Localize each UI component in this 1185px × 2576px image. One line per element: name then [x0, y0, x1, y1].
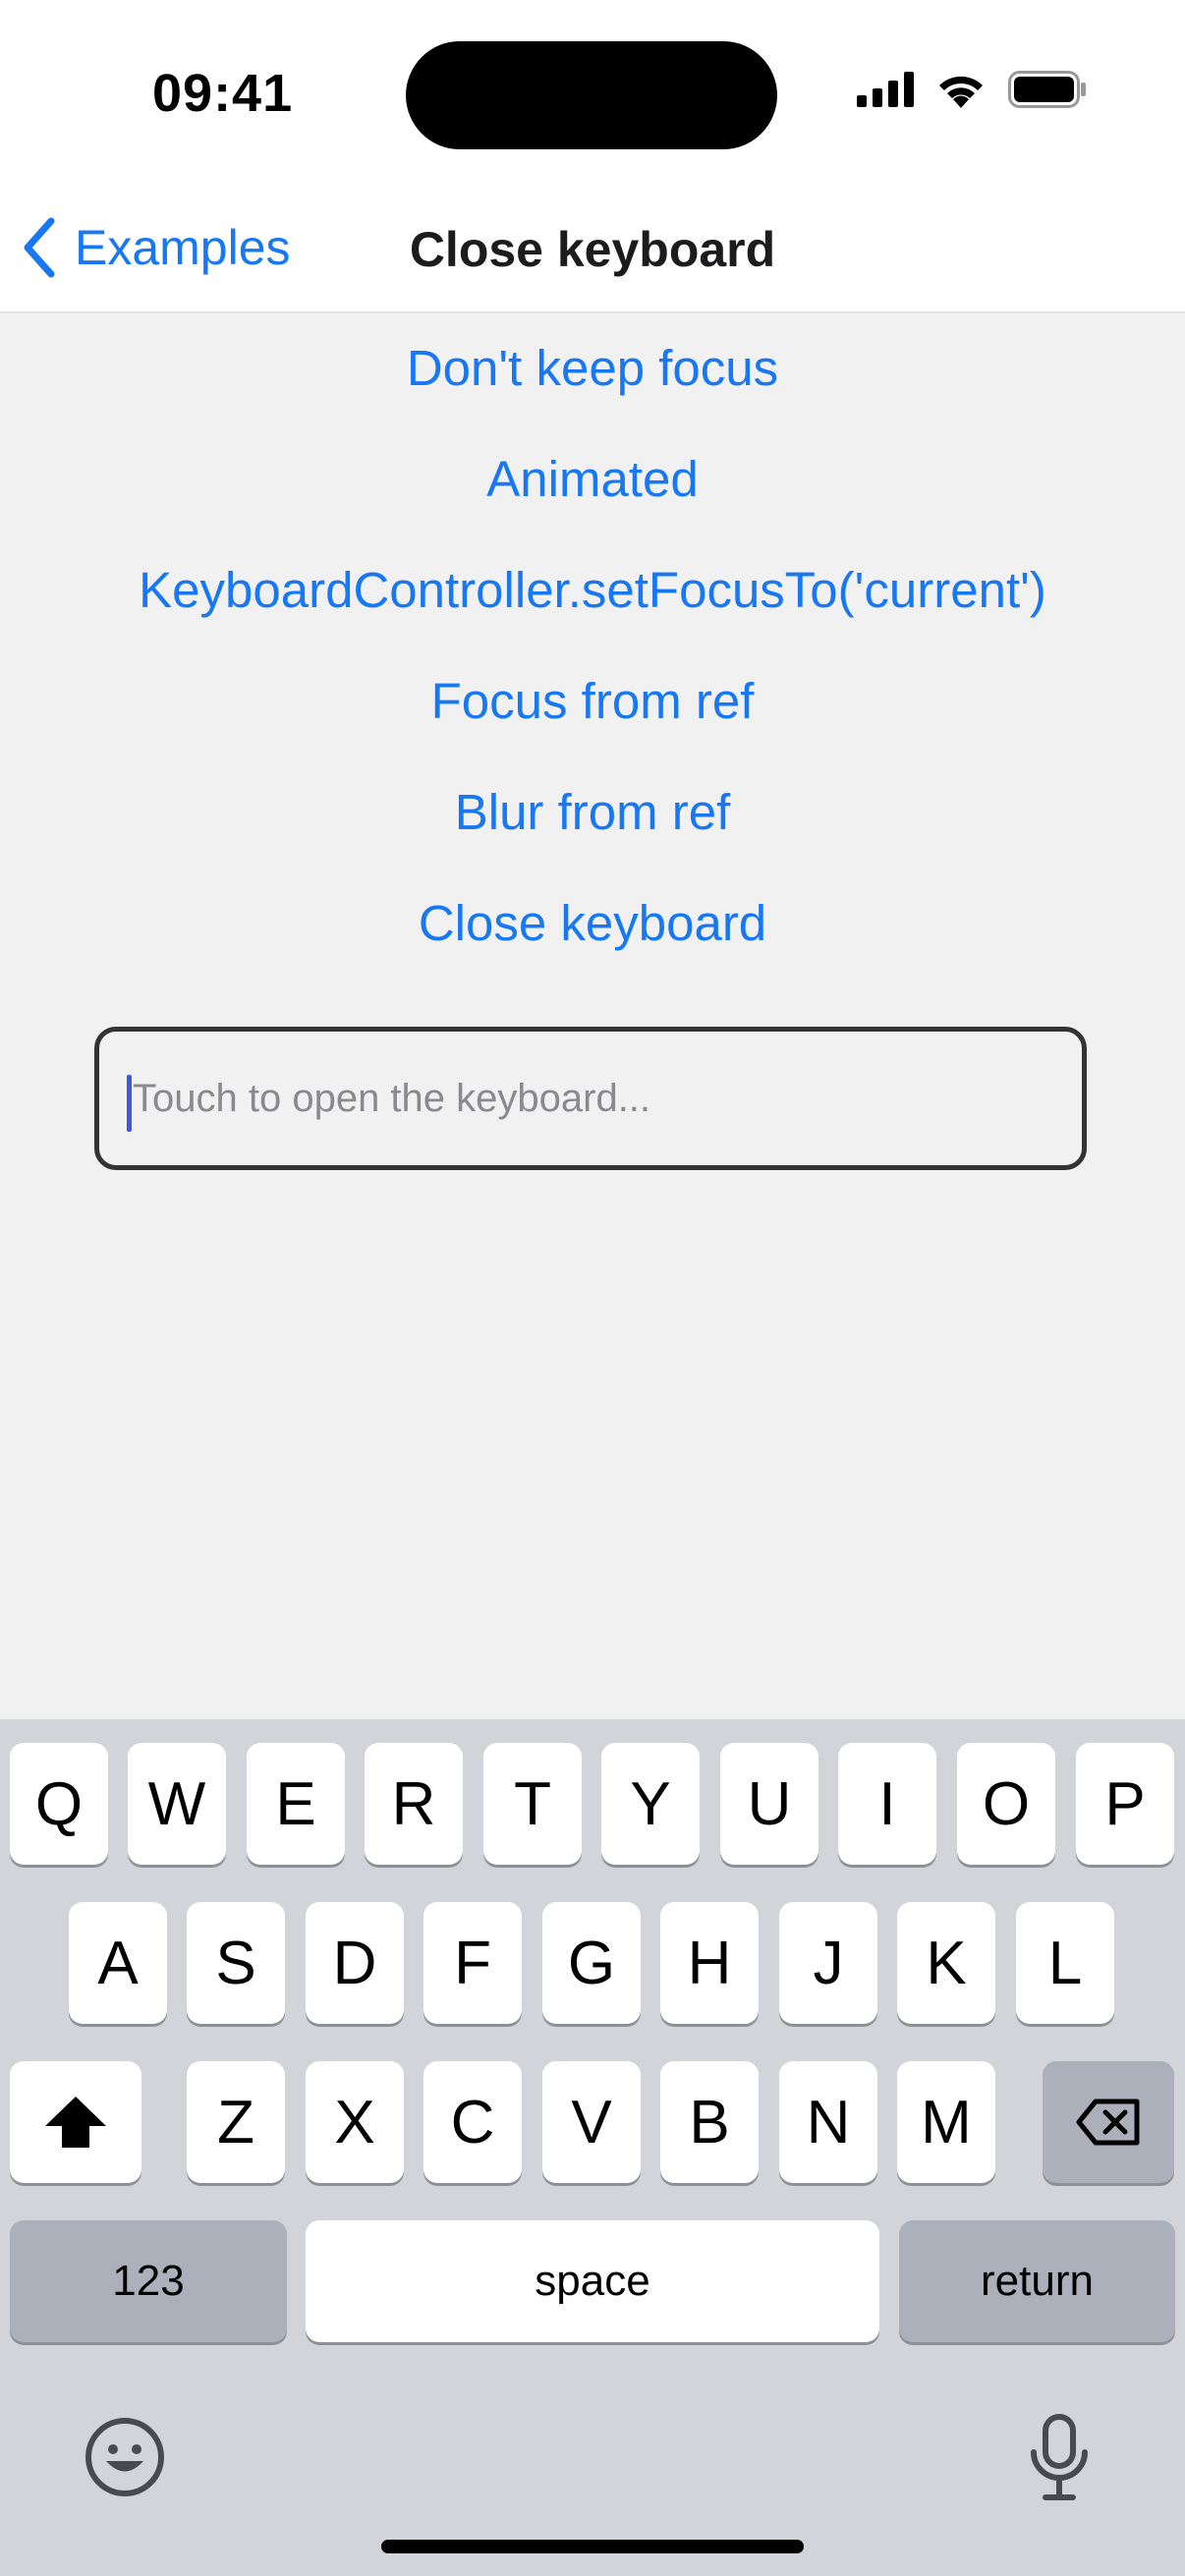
shift-icon	[45, 2097, 106, 2148]
key-i[interactable]: I	[838, 1743, 936, 1865]
key-p[interactable]: P	[1076, 1743, 1174, 1865]
key-b[interactable]: B	[660, 2061, 759, 2183]
dont-keep-focus-button[interactable]: Don't keep focus	[0, 339, 1185, 397]
delete-key[interactable]	[1043, 2061, 1174, 2183]
key-q[interactable]: Q	[10, 1743, 108, 1865]
delete-icon	[1076, 2099, 1140, 2146]
key-t[interactable]: T	[483, 1743, 582, 1865]
dynamic-island	[406, 41, 777, 149]
key-e[interactable]: E	[247, 1743, 345, 1865]
key-f[interactable]: F	[423, 1902, 522, 2024]
key-w[interactable]: W	[128, 1743, 226, 1865]
key-z[interactable]: Z	[187, 2061, 285, 2183]
microphone-icon[interactable]	[1028, 2413, 1091, 2501]
key-m[interactable]: M	[897, 2061, 995, 2183]
key-c[interactable]: C	[423, 2061, 522, 2183]
key-r[interactable]: R	[365, 1743, 463, 1865]
key-h[interactable]: H	[660, 1902, 759, 2024]
close-keyboard-button[interactable]: Close keyboard	[0, 894, 1185, 952]
key-u[interactable]: U	[720, 1743, 818, 1865]
key-s[interactable]: S	[187, 1902, 285, 2024]
key-k[interactable]: K	[897, 1902, 995, 2024]
key-a[interactable]: A	[69, 1902, 167, 2024]
key-l[interactable]: L	[1016, 1902, 1114, 2024]
status-icons	[857, 71, 1087, 108]
page-title: Close keyboard	[409, 222, 776, 277]
set-focus-to-current-button[interactable]: KeyboardController.setFocusTo('current')	[0, 561, 1185, 619]
input-placeholder: Touch to open the keyboard...	[133, 1077, 651, 1120]
key-y[interactable]: Y	[601, 1743, 700, 1865]
emoji-icon[interactable]	[85, 2417, 165, 2497]
navigation-bar: Examples Close keyboard	[0, 192, 1185, 313]
key-x[interactable]: X	[306, 2061, 404, 2183]
key-g[interactable]: G	[542, 1902, 641, 2024]
battery-icon	[1008, 71, 1086, 108]
space-key[interactable]: space	[306, 2220, 879, 2342]
status-time: 09:41	[152, 64, 294, 123]
key-v[interactable]: V	[542, 2061, 641, 2183]
key-n[interactable]: N	[779, 2061, 877, 2183]
key-j[interactable]: J	[779, 1902, 877, 2024]
home-indicator[interactable]	[381, 2540, 804, 2553]
animated-button[interactable]: Animated	[0, 450, 1185, 508]
wifi-icon	[939, 76, 983, 108]
key-o[interactable]: O	[957, 1743, 1055, 1865]
return-key[interactable]: return	[899, 2220, 1175, 2342]
blur-from-ref-button[interactable]: Blur from ref	[0, 783, 1185, 841]
software-keyboard: Q W E R T Y U I O P A S D F G H J K L Z …	[0, 1719, 1185, 2576]
key-d[interactable]: D	[306, 1902, 404, 2024]
focus-from-ref-button[interactable]: Focus from ref	[0, 672, 1185, 730]
numbers-key[interactable]: 123	[10, 2220, 287, 2342]
text-caret	[127, 1075, 132, 1132]
text-input[interactable]: Touch to open the keyboard...	[94, 1027, 1087, 1170]
shift-key[interactable]	[10, 2061, 141, 2183]
cellular-signal-icon	[857, 72, 914, 107]
status-bar: 09:41	[0, 0, 1185, 192]
